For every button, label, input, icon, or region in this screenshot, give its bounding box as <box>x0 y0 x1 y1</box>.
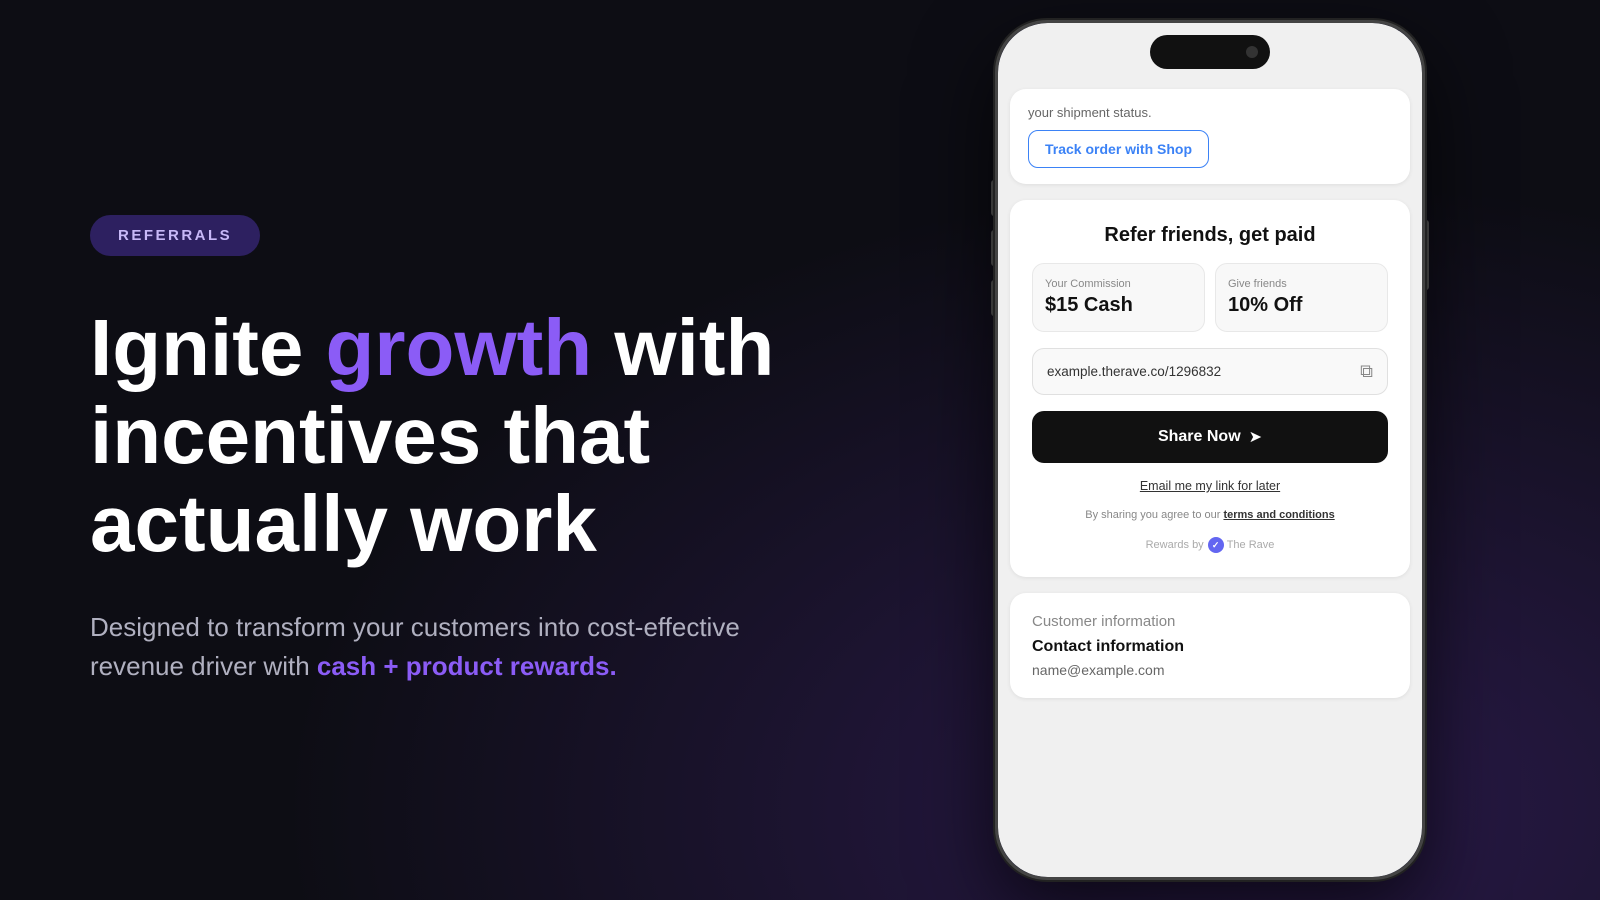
terms-link[interactable]: terms and conditions <box>1223 509 1334 521</box>
dynamic-island <box>1150 35 1270 69</box>
referral-title: Refer friends, get paid <box>1032 224 1388 247</box>
rewards-row: Your Commission $15 Cash Give friends 10… <box>1032 263 1388 332</box>
rave-logo: ✓ The Rave <box>1208 537 1275 553</box>
referral-link-text: example.therave.co/1296832 <box>1047 364 1352 379</box>
rave-icon: ✓ <box>1208 537 1224 553</box>
share-now-button[interactable]: Share Now ➤ <box>1032 411 1388 463</box>
powered-by: Rewards by ✓ The Rave <box>1032 537 1388 553</box>
referral-link-row: example.therave.co/1296832 ⧉ <box>1032 348 1388 395</box>
customer-email: name@example.com <box>1032 662 1388 678</box>
main-layout: REFERRALS Ignite growth with incentives … <box>0 0 1600 900</box>
rave-brand-name: The Rave <box>1227 539 1275 551</box>
power-button <box>1425 220 1429 290</box>
powered-prefix: Rewards by <box>1146 539 1204 551</box>
terms-text: By sharing you agree to our terms and co… <box>1032 509 1388 521</box>
track-order-card: your shipment status. Track order with S… <box>1010 89 1410 184</box>
phone-frame: your shipment status. Track order with S… <box>995 20 1425 880</box>
badge-label: REFERRALS <box>118 227 232 244</box>
copy-icon[interactable]: ⧉ <box>1360 361 1373 382</box>
subtext-accent: cash + product rewards. <box>317 651 617 681</box>
subtext: Designed to transform your customers int… <box>90 608 770 686</box>
customer-section-title: Customer information <box>1032 613 1388 630</box>
friends-label: Give friends <box>1228 278 1375 290</box>
referrals-badge: REFERRALS <box>90 215 260 256</box>
commission-value: $15 Cash <box>1045 294 1192 317</box>
customer-info-card: Customer information Contact information… <box>1010 593 1410 698</box>
phone-content: your shipment status. Track order with S… <box>998 23 1422 877</box>
track-button-label: Track order with Shop <box>1045 141 1192 157</box>
commission-label: Your Commission <box>1045 278 1192 290</box>
commission-box: Your Commission $15 Cash <box>1032 263 1205 332</box>
friends-value: 10% Off <box>1228 294 1375 317</box>
phone-wrapper: your shipment status. Track order with S… <box>995 20 1425 880</box>
phone-screen: your shipment status. Track order with S… <box>998 23 1422 877</box>
share-button-label: Share Now <box>1158 428 1241 446</box>
referral-card: Refer friends, get paid Your Commission … <box>1010 200 1410 577</box>
headline: Ignite growth with incentives that actua… <box>90 304 780 568</box>
terms-prefix: By sharing you agree to our <box>1085 509 1223 521</box>
email-link-button[interactable]: Email me my link for later <box>1032 479 1388 493</box>
headline-part1: Ignite <box>90 303 326 392</box>
friends-discount-box: Give friends 10% Off <box>1215 263 1388 332</box>
headline-accent: growth <box>326 303 593 392</box>
camera-dot <box>1246 46 1258 58</box>
send-icon: ➤ <box>1249 427 1262 447</box>
track-order-button[interactable]: Track order with Shop <box>1028 130 1209 168</box>
left-panel: REFERRALS Ignite growth with incentives … <box>0 0 860 900</box>
track-status-text: your shipment status. <box>1028 105 1392 120</box>
customer-contact-title: Contact information <box>1032 638 1388 656</box>
right-panel: your shipment status. Track order with S… <box>860 0 1600 900</box>
